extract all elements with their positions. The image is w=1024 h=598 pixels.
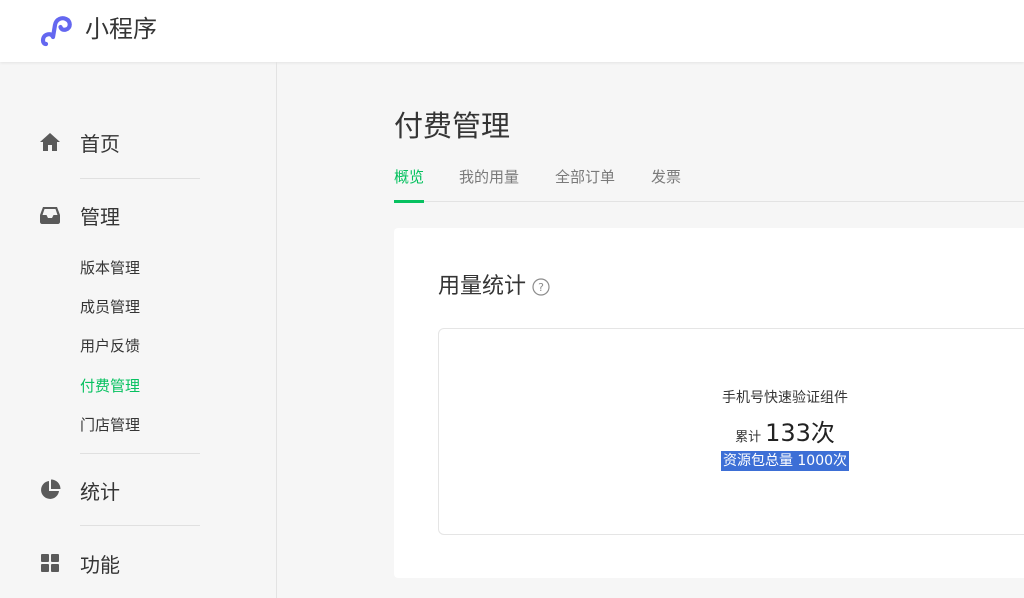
- tab-bar: 概览 我的用量 全部订单 发票: [394, 166, 1024, 203]
- sidebar-item-label: 功能: [80, 552, 120, 577]
- sidebar-divider: [80, 178, 200, 179]
- grid-icon: [41, 554, 59, 572]
- stat-name: 手机号快速验证组件: [722, 390, 848, 406]
- page-title: 付费管理: [394, 109, 511, 143]
- sidebar-item-label: 首页: [80, 131, 120, 156]
- top-bar: 小程序: [0, 0, 1024, 62]
- svg-text:?: ?: [538, 281, 544, 294]
- sidebar-item-features[interactable]: 功能: [38, 547, 120, 579]
- app-title: 小程序: [85, 15, 157, 43]
- stat-total-wrap: 资源包总量 1000次: [438, 450, 1024, 471]
- tab-overview[interactable]: 概览: [394, 166, 425, 203]
- sidebar-item-home[interactable]: 首页: [38, 126, 120, 158]
- sidebar-item-label: 统计: [80, 479, 120, 504]
- pie-chart-icon: [41, 479, 61, 499]
- sidebar-subitem-feedback[interactable]: 用户反馈: [80, 336, 140, 356]
- sidebar-subitem-members[interactable]: 成员管理: [80, 297, 140, 317]
- stat-prefix: 累计: [735, 430, 762, 445]
- sidebar-item-stats[interactable]: 统计: [38, 474, 120, 506]
- stat-value: 133次: [765, 419, 835, 447]
- inbox-icon: [40, 207, 60, 224]
- stat-total: 资源包总量 1000次: [720, 451, 850, 471]
- help-icon[interactable]: ?: [532, 278, 550, 296]
- home-icon: [40, 133, 60, 151]
- tab-my-usage[interactable]: 我的用量: [459, 166, 519, 202]
- tab-all-orders[interactable]: 全部订单: [555, 166, 615, 202]
- sidebar-subitem-payment[interactable]: 付费管理: [80, 376, 140, 396]
- stat-line: 累计 133次: [438, 418, 1024, 453]
- section-title: 用量统计: [438, 274, 527, 299]
- sidebar-item-label: 管理: [80, 204, 120, 229]
- sidebar-subitem-stores[interactable]: 门店管理: [80, 415, 140, 435]
- sidebar-item-manage[interactable]: 管理: [38, 199, 120, 231]
- sidebar-divider: [80, 453, 200, 454]
- sidebar-subitem-version[interactable]: 版本管理: [80, 258, 140, 278]
- tab-invoice[interactable]: 发票: [651, 166, 681, 202]
- sidebar-divider: [80, 525, 200, 526]
- miniprogram-logo-icon[interactable]: [40, 13, 76, 47]
